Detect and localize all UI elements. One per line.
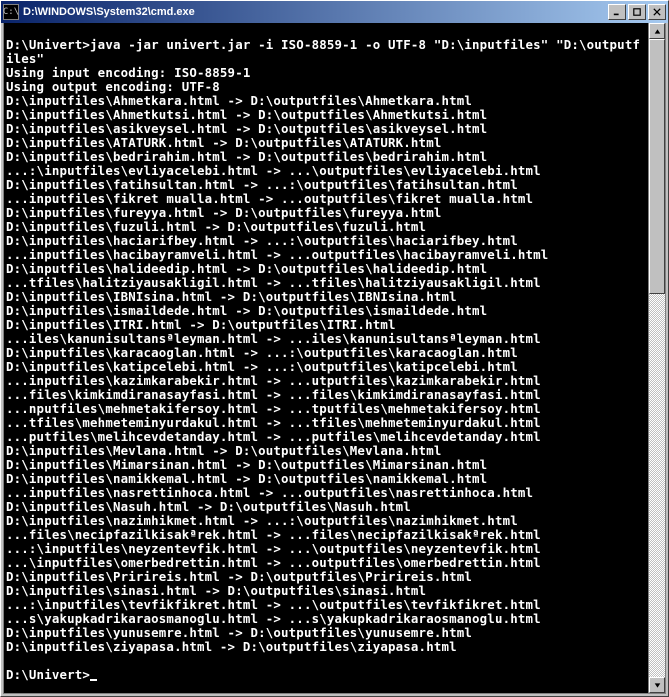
close-button[interactable]: [648, 4, 666, 20]
close-icon: [653, 8, 661, 16]
triangle-down-icon: [654, 682, 661, 689]
window-frame: C:\ D:\WINDOWS\System32\cmd.exe D:\Unive…: [0, 0, 669, 697]
scrollbar-thumb[interactable]: [649, 39, 665, 294]
scroll-up-button[interactable]: [649, 23, 665, 39]
triangle-up-icon: [654, 28, 661, 35]
titlebar[interactable]: C:\ D:\WINDOWS\System32\cmd.exe: [1, 1, 668, 23]
window-title: D:\WINDOWS\System32\cmd.exe: [23, 6, 608, 18]
minimize-button[interactable]: [608, 4, 626, 20]
minimize-icon: [613, 8, 621, 16]
maximize-button[interactable]: [628, 4, 646, 20]
console-output[interactable]: D:\Univert>java -jar univert.jar -i ISO-…: [4, 23, 648, 693]
client-area: D:\Univert>java -jar univert.jar -i ISO-…: [3, 23, 666, 694]
cmd-icon-text: C:\: [3, 7, 19, 17]
text-cursor: [90, 679, 97, 681]
scrollbar-track[interactable]: [649, 39, 665, 677]
title-button-group: [608, 4, 666, 20]
scroll-down-button[interactable]: [649, 677, 665, 693]
cmd-icon: C:\: [3, 4, 19, 20]
vertical-scrollbar[interactable]: [648, 23, 665, 693]
maximize-icon: [633, 8, 641, 16]
